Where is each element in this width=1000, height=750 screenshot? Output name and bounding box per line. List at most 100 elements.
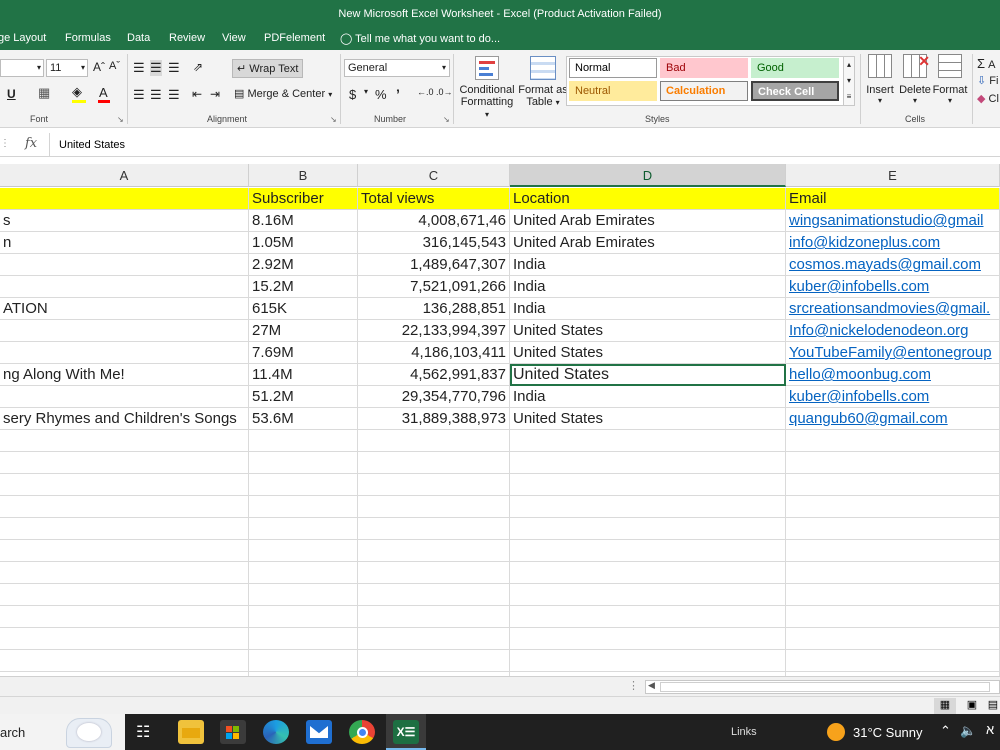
cell-a[interactable]	[0, 386, 249, 408]
cell-c[interactable]: 1,489,647,307	[358, 254, 510, 276]
cell-a[interactable]: ATION	[0, 298, 249, 320]
empty-cell[interactable]	[249, 452, 358, 474]
tab-view[interactable]: View	[222, 32, 246, 44]
underline-button[interactable]: U	[7, 87, 16, 101]
align-bottom-icon[interactable]: ☰	[168, 60, 180, 76]
cell-d[interactable]: United Arab Emirates	[510, 210, 786, 232]
column-header-a[interactable]: A	[0, 164, 249, 187]
empty-cell[interactable]	[0, 430, 249, 452]
cell-c[interactable]: 136,288,851	[358, 298, 510, 320]
empty-cell[interactable]	[358, 628, 510, 650]
clear-button[interactable]: ◆ Cl	[977, 92, 999, 105]
empty-cell[interactable]	[786, 606, 1000, 628]
borders-icon[interactable]: ▦	[38, 85, 50, 101]
increase-font-button[interactable]: Aˆ	[93, 60, 105, 74]
cell-d[interactable]: India	[510, 386, 786, 408]
empty-cell[interactable]	[510, 540, 786, 562]
cell-a[interactable]: sery Rhymes and Children's Songs	[0, 408, 249, 430]
cell-e[interactable]: srcreationsandmovies@gmail.	[786, 298, 1000, 320]
empty-cell[interactable]	[358, 606, 510, 628]
fill-color-icon[interactable]: ◈	[72, 84, 82, 100]
links-toolbar[interactable]: Links	[731, 726, 757, 738]
cell-c[interactable]: 7,521,091,266	[358, 276, 510, 298]
empty-cell[interactable]	[249, 584, 358, 606]
active-cell[interactable]: United States	[510, 364, 786, 386]
currency-button[interactable]: $	[349, 87, 356, 102]
header-cell-e[interactable]: Email	[786, 188, 1000, 210]
font-name-dropdown[interactable]: ▾	[0, 59, 44, 77]
cell-c[interactable]: 4,008,671,46	[358, 210, 510, 232]
cell-a[interactable]: n	[0, 232, 249, 254]
empty-cell[interactable]	[0, 650, 249, 672]
empty-cell[interactable]	[358, 584, 510, 606]
decrease-decimal-icon[interactable]: .0→	[436, 87, 453, 97]
empty-cell[interactable]	[0, 496, 249, 518]
header-cell-d[interactable]: Location	[510, 188, 786, 210]
column-header-c[interactable]: C	[358, 164, 510, 187]
cell-d[interactable]: United States	[510, 320, 786, 342]
cell-e[interactable]: info@kidzoneplus.com	[786, 232, 1000, 254]
empty-cell[interactable]	[358, 518, 510, 540]
empty-cell[interactable]	[510, 562, 786, 584]
empty-cell[interactable]	[0, 540, 249, 562]
empty-cell[interactable]	[358, 496, 510, 518]
cell-c[interactable]: 22,133,994,397	[358, 320, 510, 342]
empty-cell[interactable]	[249, 562, 358, 584]
empty-cell[interactable]	[510, 474, 786, 496]
percent-button[interactable]: %	[375, 87, 387, 102]
empty-cell[interactable]	[358, 474, 510, 496]
align-top-icon[interactable]: ☰	[133, 60, 145, 76]
chevron-down-icon[interactable]: ▾	[364, 87, 368, 96]
cell-a[interactable]	[0, 254, 249, 276]
empty-cell[interactable]	[249, 496, 358, 518]
cell-b[interactable]: 1.05M	[249, 232, 358, 254]
empty-cell[interactable]	[0, 474, 249, 496]
excel-taskbar-button[interactable]: X☰	[386, 714, 426, 750]
tab-data[interactable]: Data	[127, 32, 150, 44]
style-check-cell[interactable]: Check Cell	[751, 81, 839, 101]
empty-cell[interactable]	[249, 606, 358, 628]
fill-button[interactable]: ⇩ Fi	[977, 74, 998, 87]
cell-b[interactable]: 51.2M	[249, 386, 358, 408]
cell-b[interactable]: 27M	[249, 320, 358, 342]
empty-cell[interactable]	[249, 474, 358, 496]
file-explorer-icon[interactable]	[178, 720, 204, 744]
autosum-button[interactable]: Σ A	[977, 56, 995, 71]
empty-cell[interactable]	[0, 628, 249, 650]
empty-cell[interactable]	[786, 562, 1000, 584]
cell-d[interactable]: United States	[510, 408, 786, 430]
empty-cell[interactable]	[510, 518, 786, 540]
empty-cell[interactable]	[358, 650, 510, 672]
font-color-button[interactable]: A	[99, 85, 108, 100]
insert-cells-button[interactable]: Insert ▾	[864, 54, 896, 105]
empty-cell[interactable]	[358, 540, 510, 562]
empty-cell[interactable]	[786, 540, 1000, 562]
page-layout-view-icon[interactable]: ▣	[962, 698, 982, 714]
empty-cell[interactable]	[510, 606, 786, 628]
normal-view-icon[interactable]: ▦	[934, 698, 956, 714]
empty-cell[interactable]	[786, 430, 1000, 452]
empty-cell[interactable]	[786, 496, 1000, 518]
style-calculation[interactable]: Calculation	[660, 81, 748, 101]
weather-widget[interactable]: 31°C Sunny	[853, 725, 923, 740]
name-box-chevron-icon[interactable]: ⋮	[0, 138, 10, 149]
volume-icon[interactable]: 🔈	[960, 723, 976, 739]
cell-d[interactable]: India	[510, 298, 786, 320]
align-left-icon[interactable]: ☰	[133, 87, 145, 103]
cell-a[interactable]	[0, 320, 249, 342]
scrollbar-thumb[interactable]	[660, 682, 990, 692]
empty-cell[interactable]	[786, 474, 1000, 496]
number-format-dropdown[interactable]: General ▾	[344, 59, 450, 77]
cell-a[interactable]: s	[0, 210, 249, 232]
delete-cells-button[interactable]: ✕ Delete ▾	[898, 53, 932, 105]
empty-cell[interactable]	[0, 452, 249, 474]
font-dialog-launcher-icon[interactable]: ↘	[117, 115, 124, 124]
cell-d[interactable]: United Arab Emirates	[510, 232, 786, 254]
tab-page-layout[interactable]: ge Layout	[0, 32, 46, 44]
merge-center-button[interactable]: ▤ Merge & Center ▾	[234, 87, 332, 100]
empty-cell[interactable]	[0, 584, 249, 606]
tab-pdfelement[interactable]: PDFelement	[264, 32, 325, 44]
store-icon[interactable]	[220, 720, 246, 744]
empty-cell[interactable]	[510, 496, 786, 518]
cell-a[interactable]	[0, 342, 249, 364]
